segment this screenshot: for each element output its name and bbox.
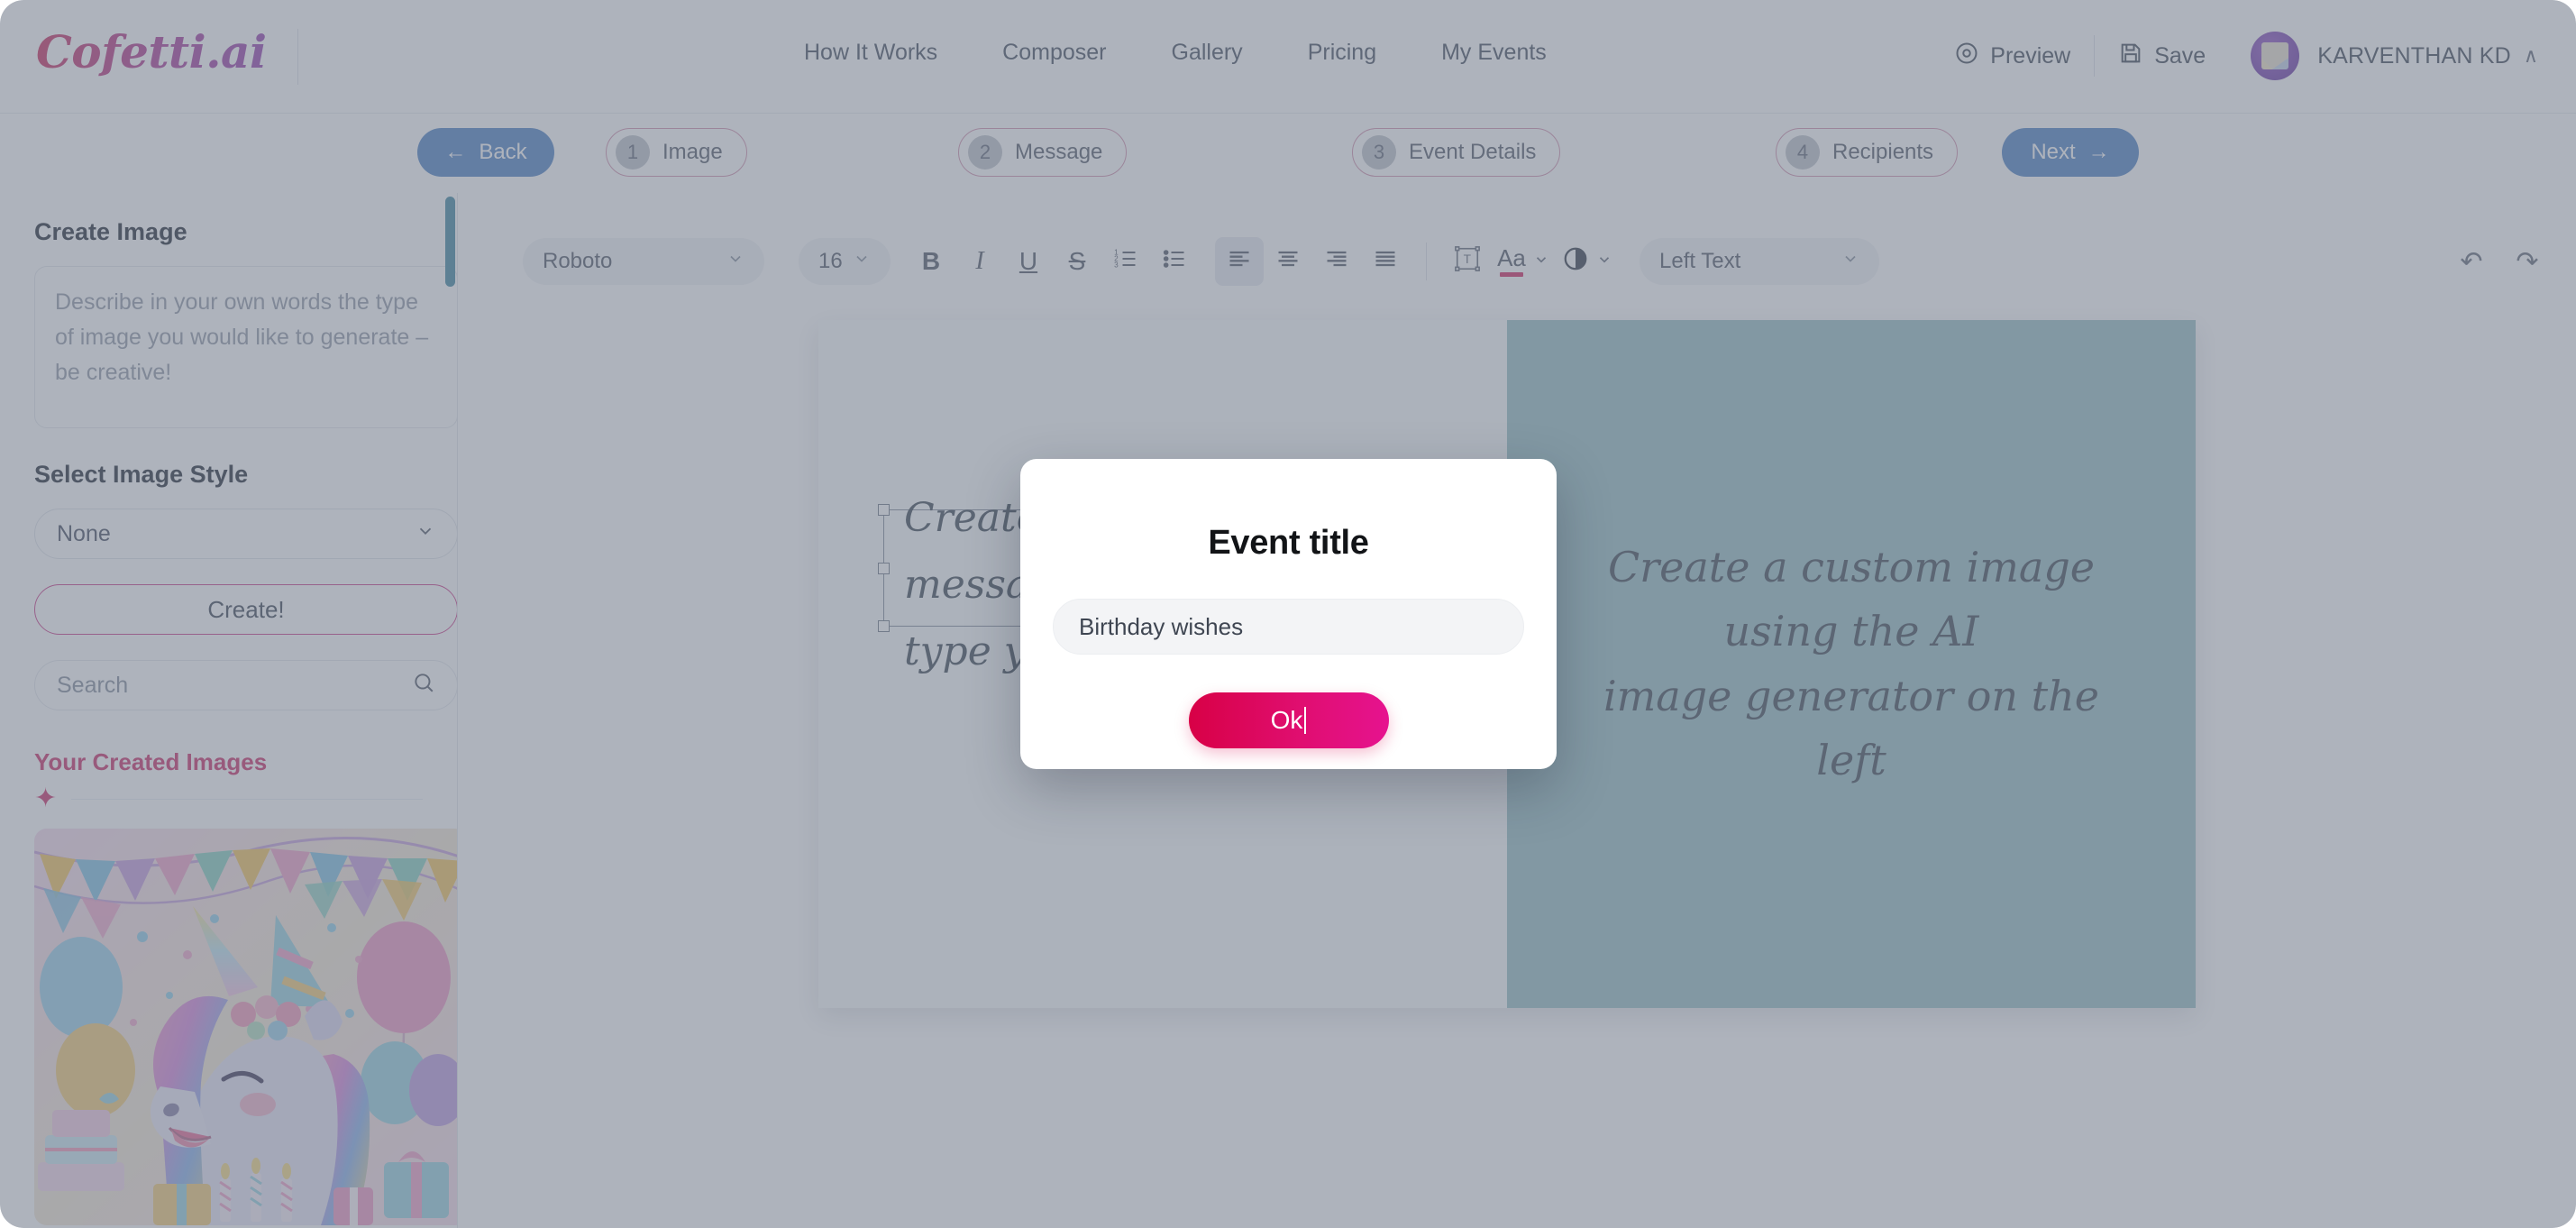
event-title-dialog: Event title Birthday wishes Ok [1020, 459, 1557, 769]
app-window: Cofetti.ai How It Works Composer Gallery… [0, 0, 2576, 1228]
event-title-input[interactable]: Birthday wishes [1053, 599, 1524, 655]
dialog-title: Event title [1208, 524, 1369, 562]
text-cursor [1304, 707, 1307, 734]
ok-label: Ok [1270, 706, 1303, 734]
ok-button[interactable]: Ok [1188, 692, 1389, 748]
